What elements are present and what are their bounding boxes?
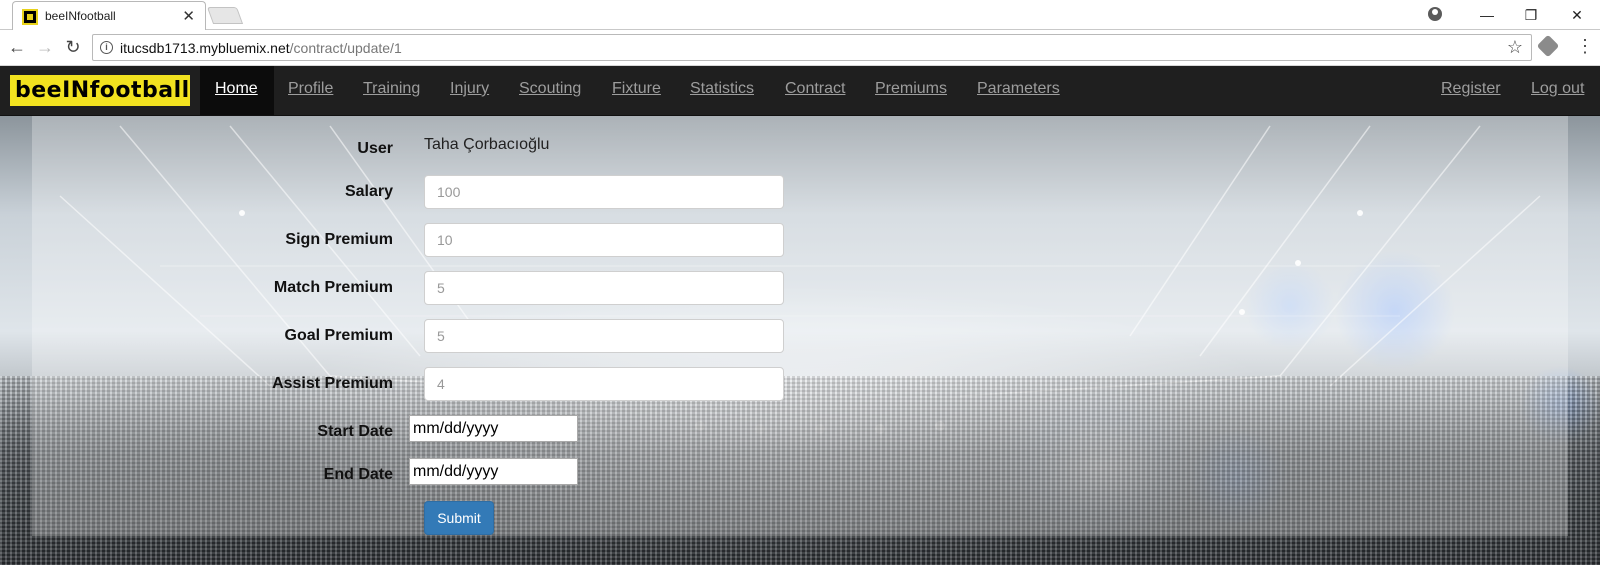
url-text: itucsdb1713.mybluemix.net/contract/updat… bbox=[120, 40, 402, 56]
favicon-icon bbox=[22, 9, 38, 25]
match-premium-input[interactable] bbox=[424, 271, 784, 305]
nav-link-fixture[interactable]: Fixture bbox=[612, 80, 661, 98]
nav-link-scouting[interactable]: Scouting bbox=[519, 80, 581, 98]
start-date-label: Start Date bbox=[317, 423, 393, 440]
new-tab-button[interactable] bbox=[206, 7, 244, 24]
assist-premium-label: Assist Premium bbox=[272, 375, 393, 392]
browser-toolbar: ← → ↻ i itucsdb1713.mybluemix.net/contra… bbox=[0, 30, 1600, 66]
restore-icon[interactable]: ❐ bbox=[1514, 2, 1548, 28]
close-icon[interactable]: ✕ bbox=[182, 7, 195, 25]
nav-link-contract[interactable]: Contract bbox=[785, 80, 845, 98]
reload-icon[interactable]: ↻ bbox=[62, 36, 84, 58]
site-navbar: beeINfootball Home Profile Training Inju… bbox=[0, 66, 1600, 116]
brand-text: beeINfootball bbox=[15, 78, 190, 103]
salary-label: Salary bbox=[344, 183, 393, 200]
submit-button[interactable]: Submit bbox=[424, 501, 494, 535]
star-icon[interactable]: ☆ bbox=[1507, 37, 1523, 58]
nav-link-parameters[interactable]: Parameters bbox=[977, 80, 1060, 98]
nav-link-logout[interactable]: Log out bbox=[1531, 80, 1584, 98]
salary-input[interactable] bbox=[424, 175, 784, 209]
window-close-icon[interactable]: ✕ bbox=[1560, 2, 1594, 28]
nav-link-injury[interactable]: Injury bbox=[450, 80, 489, 98]
sign-premium-input[interactable] bbox=[424, 223, 784, 257]
end-date-label: End Date bbox=[323, 466, 393, 483]
minimize-icon[interactable]: — bbox=[1470, 2, 1504, 28]
match-premium-label: Match Premium bbox=[273, 279, 393, 296]
brand-logo[interactable]: beeINfootball bbox=[10, 75, 190, 106]
nav-link-home[interactable]: Home bbox=[215, 80, 258, 98]
sign-premium-label: Sign Premium bbox=[285, 231, 393, 248]
info-icon[interactable]: i bbox=[100, 41, 113, 54]
tab-title: beeINfootball bbox=[45, 9, 116, 23]
address-bar[interactable]: i itucsdb1713.mybluemix.net/contract/upd… bbox=[92, 34, 1532, 61]
assist-premium-input[interactable] bbox=[424, 367, 784, 401]
user-value: Taha Çorbacıoğlu bbox=[424, 136, 550, 153]
back-arrow-icon[interactable]: ← bbox=[6, 36, 28, 58]
nav-link-register[interactable]: Register bbox=[1441, 80, 1501, 98]
user-label: User bbox=[357, 140, 393, 157]
browser-tab[interactable]: beeINfootball ✕ bbox=[12, 1, 206, 30]
profile-icon[interactable] bbox=[1428, 7, 1442, 21]
goal-premium-label: Goal Premium bbox=[284, 327, 393, 344]
goal-premium-input[interactable] bbox=[424, 319, 784, 353]
nav-link-statistics[interactable]: Statistics bbox=[690, 80, 754, 98]
url-host: itucsdb1713.mybluemix.net bbox=[120, 40, 290, 56]
browser-tabstrip: beeINfootball ✕ — ❐ ✕ bbox=[0, 0, 1600, 30]
nav-link-premiums[interactable]: Premiums bbox=[875, 80, 947, 98]
nav-link-training[interactable]: Training bbox=[363, 80, 420, 98]
start-date-input[interactable] bbox=[409, 415, 578, 442]
forward-arrow-icon[interactable]: → bbox=[34, 36, 56, 58]
menu-icon[interactable]: ⋮ bbox=[1576, 36, 1594, 57]
url-path: /contract/update/1 bbox=[289, 40, 402, 56]
stadium-background: User Taha Çorbacıoğlu Salary Sign Premiu… bbox=[0, 116, 1600, 565]
end-date-input[interactable] bbox=[409, 458, 578, 485]
nav-link-profile[interactable]: Profile bbox=[288, 80, 333, 98]
